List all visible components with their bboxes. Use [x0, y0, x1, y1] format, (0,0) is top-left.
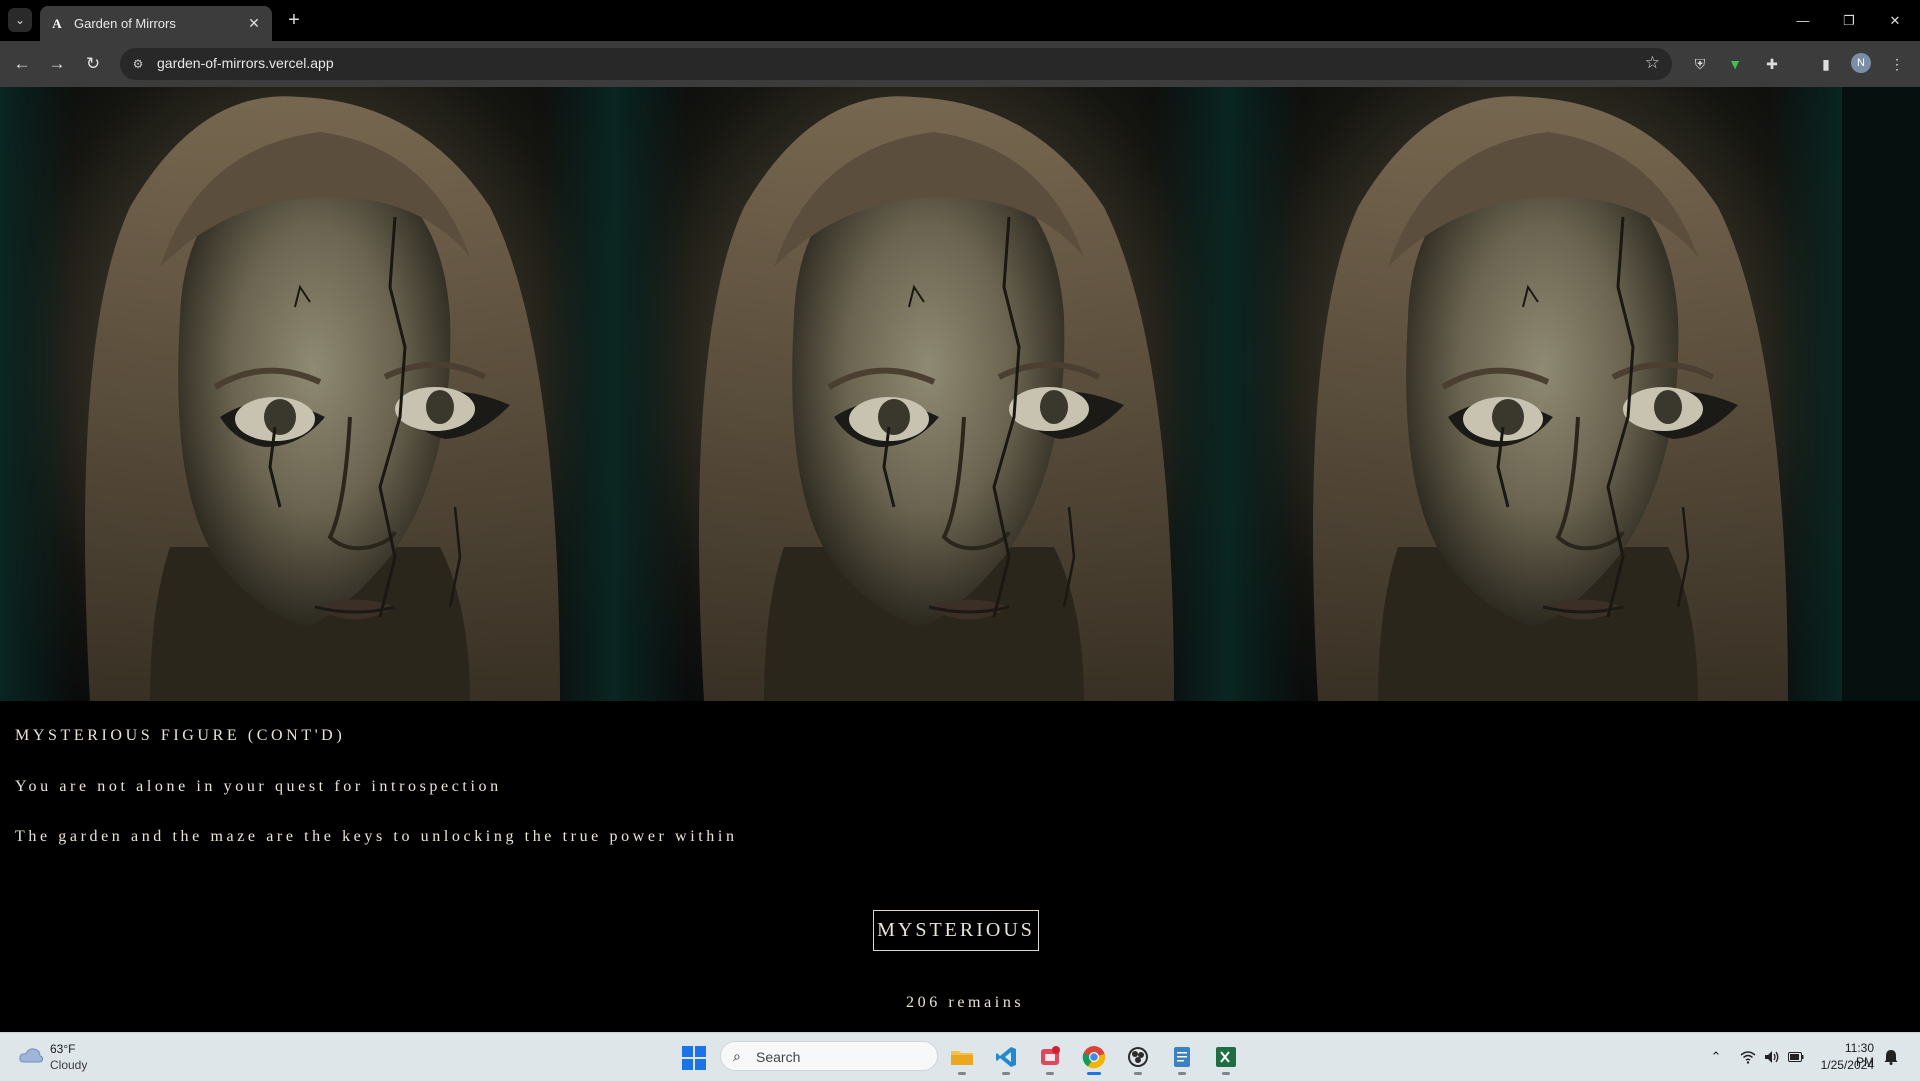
chevron-up-icon[interactable]: ⌃: [1707, 1048, 1725, 1066]
side-panel-icon[interactable]: ▮: [1815, 53, 1837, 75]
volume-icon[interactable]: [1763, 1048, 1781, 1066]
notepad-icon[interactable]: [1166, 1041, 1198, 1075]
windows-start-icon[interactable]: [682, 1046, 706, 1070]
file-explorer-icon[interactable]: [946, 1041, 978, 1075]
tab-title: Garden of Mirrors: [74, 16, 176, 31]
excel-icon[interactable]: [1210, 1041, 1242, 1075]
forward-button[interactable]: →: [43, 50, 71, 78]
remains-text: 206 remains: [906, 994, 1025, 1011]
close-tab-icon[interactable]: ✕: [244, 14, 264, 34]
weather-condition[interactable]: Cloudy: [50, 1058, 87, 1072]
mysterious-button[interactable]: MYSTERIOUS: [873, 910, 1039, 951]
cloud-icon[interactable]: [18, 1045, 44, 1065]
search-placeholder: Search: [756, 1049, 801, 1065]
mirror-face-image: [0, 87, 614, 701]
dialogue-line: You are not alone in your quest for intr…: [15, 778, 502, 795]
reload-button[interactable]: ↻: [79, 50, 107, 78]
back-button[interactable]: ←: [8, 50, 36, 78]
site-info-icon[interactable]: ⚙: [128, 54, 148, 74]
extension-icon[interactable]: ⛨: [1689, 53, 1711, 75]
minimize-window-button[interactable]: —: [1780, 0, 1826, 41]
close-window-button[interactable]: ✕: [1872, 0, 1918, 41]
battery-icon[interactable]: [1787, 1048, 1805, 1066]
vpn-extension-icon[interactable]: ▼: [1724, 53, 1746, 75]
weather-temp[interactable]: 63°F: [50, 1042, 75, 1056]
new-tab-button[interactable]: +: [282, 8, 306, 32]
taskbar-search[interactable]: ⌕ Search: [720, 1041, 938, 1071]
tab-favicon-icon: A: [52, 15, 62, 31]
browser-toolbar: ← → ↻ ⚙ garden-of-mirrors.vercel.app ☆ ⛨…: [0, 41, 1920, 87]
menu-kebab-icon[interactable]: ⋮: [1886, 53, 1908, 75]
chevron-down-icon: ⌄: [14, 13, 26, 27]
speaker-name: MYSTERIOUS FIGURE (CONT'D): [15, 727, 346, 744]
obs-icon[interactable]: [1122, 1041, 1154, 1075]
snipping-tool-icon[interactable]: [1034, 1041, 1066, 1075]
statue-face-icon: [85, 96, 560, 701]
profile-avatar[interactable]: N: [1851, 53, 1871, 73]
statue-face-icon: [1313, 96, 1788, 701]
wifi-icon[interactable]: [1739, 1048, 1757, 1066]
active-tab[interactable]: A Garden of Mirrors ✕: [40, 6, 272, 41]
vscode-icon[interactable]: [990, 1041, 1022, 1075]
mirror-face-image: [614, 87, 1228, 701]
taskbar: 63°F Cloudy ⌕ Search ⌃ 11:30 PM 1/25/202…: [0, 1032, 1920, 1081]
notification-bell-icon[interactable]: [1882, 1048, 1900, 1066]
extensions-puzzle-icon[interactable]: ✚: [1761, 53, 1783, 75]
dialogue-line: The garden and the maze are the keys to …: [15, 828, 738, 845]
chrome-icon[interactable]: [1078, 1041, 1110, 1075]
tab-strip: ⌄ A Garden of Mirrors ✕ + — ❐ ✕: [0, 0, 1920, 41]
restore-window-button[interactable]: ❐: [1826, 0, 1872, 41]
clock-date[interactable]: 1/25/2024: [1814, 1058, 1874, 1072]
page-viewport: MYSTERIOUS FIGURE (CONT'D) You are not a…: [0, 87, 1920, 1032]
mirror-face-image: [1228, 87, 1842, 701]
url-text[interactable]: garden-of-mirrors.vercel.app: [157, 55, 334, 71]
tab-search-button[interactable]: ⌄: [8, 8, 32, 32]
address-bar[interactable]: ⚙ garden-of-mirrors.vercel.app ☆: [120, 48, 1672, 80]
bookmark-star-icon[interactable]: ☆: [1645, 53, 1660, 73]
mirror-banner: [0, 87, 1920, 701]
search-icon: ⌕: [733, 1048, 741, 1064]
statue-face-icon: [699, 96, 1174, 701]
